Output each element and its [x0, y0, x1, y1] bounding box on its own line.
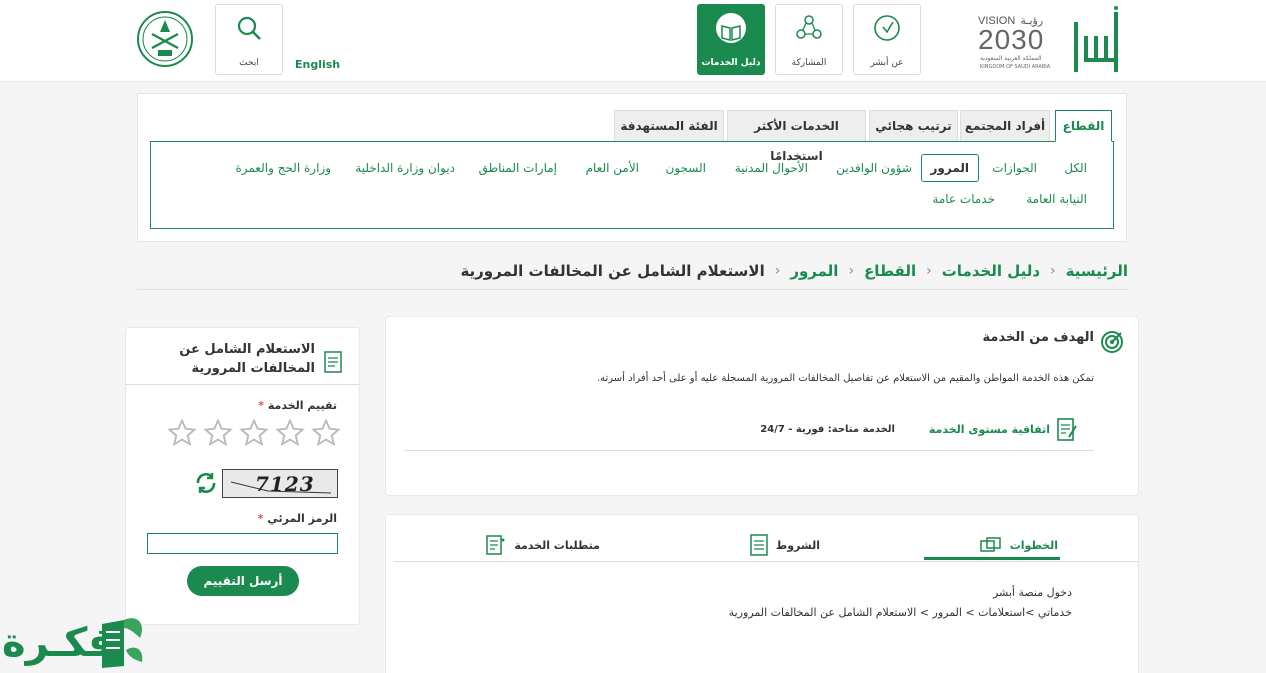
vision-sub-ar: المملكة العربية السعودية: [980, 55, 1042, 62]
active-tab-indicator: [924, 557, 1060, 560]
breadcrumb-current: الاستعلام الشامل عن المخالفات المرورية: [460, 261, 765, 280]
tab-most-used[interactable]: الخدمات الأكثر استخدامًا: [727, 110, 866, 163]
tab-conditions[interactable]: الشروط: [750, 530, 820, 560]
requirements-icon: [486, 535, 505, 555]
breadcrumb-sector[interactable]: القطاع: [864, 262, 916, 280]
rating-label-text: تقييم الخدمة: [267, 399, 337, 412]
vision-year: 2030: [978, 24, 1045, 55]
submit-rating-button[interactable]: أرسل التقييم: [187, 566, 299, 596]
category-passports[interactable]: الجوازات: [992, 161, 1037, 175]
category-expats[interactable]: شؤون الوافدين: [836, 161, 912, 175]
steps-icon: [979, 537, 1001, 552]
breadcrumb-traffic[interactable]: المرور: [790, 262, 838, 280]
category-emirates[interactable]: إمارات المناطق: [479, 161, 557, 175]
tab-requirements[interactable]: متطلبات الخدمة: [484, 530, 600, 560]
category-interior-diwan[interactable]: ديوان وزارة الداخلية: [355, 161, 455, 175]
absher-logo[interactable]: [1070, 6, 1126, 74]
chevron-left-icon: ‹: [1050, 262, 1056, 279]
book-icon: [716, 13, 746, 43]
captcha-image: 7123: [222, 469, 338, 498]
service-goal-card: الهدف من الخدمة تمكن هذه الخدمة المواطن …: [385, 316, 1139, 496]
info-icon: [874, 15, 900, 41]
vision-sub-en: KINGDOM OF SAUDI ARABIA: [980, 64, 1051, 70]
nav-about-absher[interactable]: عن أبشر: [853, 4, 921, 75]
category-prosecution[interactable]: النيابة العامة: [1026, 192, 1087, 206]
category-public-security[interactable]: الأمن العام: [586, 161, 639, 175]
checklist-icon: [750, 534, 768, 556]
category-box: الكل الجوازات المرور شؤون الوافدين الأحو…: [150, 141, 1114, 229]
steps-card: الخطوات الشروط متطلبات الخدمة دخول منصة …: [385, 514, 1139, 673]
captcha-text: 7123: [255, 472, 315, 496]
step-line-1: دخول منصة أبشر: [992, 586, 1072, 599]
star-rating: [166, 418, 342, 448]
book-leaf-icon: [102, 618, 143, 668]
divider: [126, 384, 359, 385]
captcha-input[interactable]: [147, 533, 338, 554]
watermark-logo: فكـرة: [0, 608, 155, 673]
goal-title: الهدف من الخدمة: [982, 330, 1094, 345]
star-icon[interactable]: [202, 418, 234, 448]
top-header: VISION رؤيـة 2030 المملكة العربية السعود…: [0, 0, 1266, 82]
search-button[interactable]: ابحث: [215, 4, 283, 75]
nav-participation-label: المشاركة: [791, 58, 827, 68]
nav-about-label: عن أبشر: [870, 58, 904, 68]
divider: [394, 561, 1138, 562]
category-prisons[interactable]: السجون: [666, 161, 706, 175]
chevron-left-icon: ‹: [848, 262, 855, 279]
code-label-text: الرمز المرئي: [267, 512, 337, 525]
rating-label: تقييم الخدمة *: [258, 399, 337, 412]
star-icon[interactable]: [310, 418, 342, 448]
chevron-left-icon: ‹: [926, 262, 932, 279]
category-traffic[interactable]: المرور: [920, 154, 979, 182]
vision-2030-logo: VISION رؤيـة 2030 المملكة العربية السعود…: [978, 14, 1066, 74]
document-check-icon: [1057, 418, 1077, 441]
chevron-left-icon: ‹: [774, 262, 781, 279]
step-line-2: خدماتي >استعلامات > المرور > الاستعلام ا…: [728, 606, 1072, 619]
nav-services-label: دليل الخدمات: [701, 58, 761, 68]
availability-text: الخدمة متاحة: فورية - 24/7: [760, 424, 895, 435]
english-link[interactable]: English: [295, 58, 340, 71]
required-mark: *: [258, 399, 264, 412]
tab-sector[interactable]: القطاع: [1055, 110, 1112, 142]
nav-participation[interactable]: المشاركة: [775, 4, 843, 75]
share-icon: [796, 15, 822, 39]
filter-panel: القطاع أفراد المجتمع ترتيب هجائي الخدمات…: [137, 93, 1127, 242]
rating-title: الاستعلام الشامل عن المخالفات المرورية: [179, 342, 315, 376]
search-icon: [237, 16, 261, 40]
required-mark: *: [257, 512, 264, 525]
ministry-emblem[interactable]: [136, 10, 194, 68]
refresh-icon[interactable]: [194, 471, 218, 495]
goal-description: تمكن هذه الخدمة المواطن والمقيم من الاست…: [596, 373, 1094, 384]
category-general-services[interactable]: خدمات عامة: [932, 192, 995, 206]
star-icon[interactable]: [274, 418, 306, 448]
search-label: ابحث: [239, 58, 259, 68]
breadcrumb-home[interactable]: الرئيسية: [1066, 262, 1128, 280]
sla-link[interactable]: اتفاقية مستوى الخدمة: [929, 423, 1050, 436]
target-icon: [1101, 331, 1123, 353]
code-label: الرمز المرئي *: [258, 512, 337, 525]
star-icon[interactable]: [166, 418, 198, 448]
tab-target-group[interactable]: الفئة المستهدفة: [614, 110, 724, 142]
tab-alphabetical[interactable]: ترتيب هجائي: [869, 110, 958, 142]
breadcrumb: الرئيسية ‹ دليل الخدمات ‹ القطاع ‹ المرو…: [137, 252, 1128, 290]
rating-card: الاستعلام الشامل عن المخالفات المرورية ت…: [125, 327, 360, 625]
category-all[interactable]: الكل: [1064, 161, 1087, 175]
tab-steps[interactable]: الخطوات: [979, 530, 1058, 560]
tab-requirements-label: متطلبات الخدمة: [514, 538, 600, 552]
tab-conditions-label: الشروط: [775, 538, 820, 552]
category-hajj[interactable]: وزارة الحج والعمرة: [235, 161, 331, 175]
checklist-icon: [324, 351, 342, 373]
divider: [404, 450, 1094, 451]
nav-services-guide[interactable]: دليل الخدمات: [697, 4, 765, 75]
tab-community[interactable]: أفراد المجتمع: [960, 110, 1050, 142]
category-civil-affairs[interactable]: الأحوال المدنية: [735, 161, 808, 175]
breadcrumb-services-guide[interactable]: دليل الخدمات: [942, 262, 1040, 280]
tab-steps-label: الخطوات: [1009, 538, 1058, 552]
star-icon[interactable]: [238, 418, 270, 448]
